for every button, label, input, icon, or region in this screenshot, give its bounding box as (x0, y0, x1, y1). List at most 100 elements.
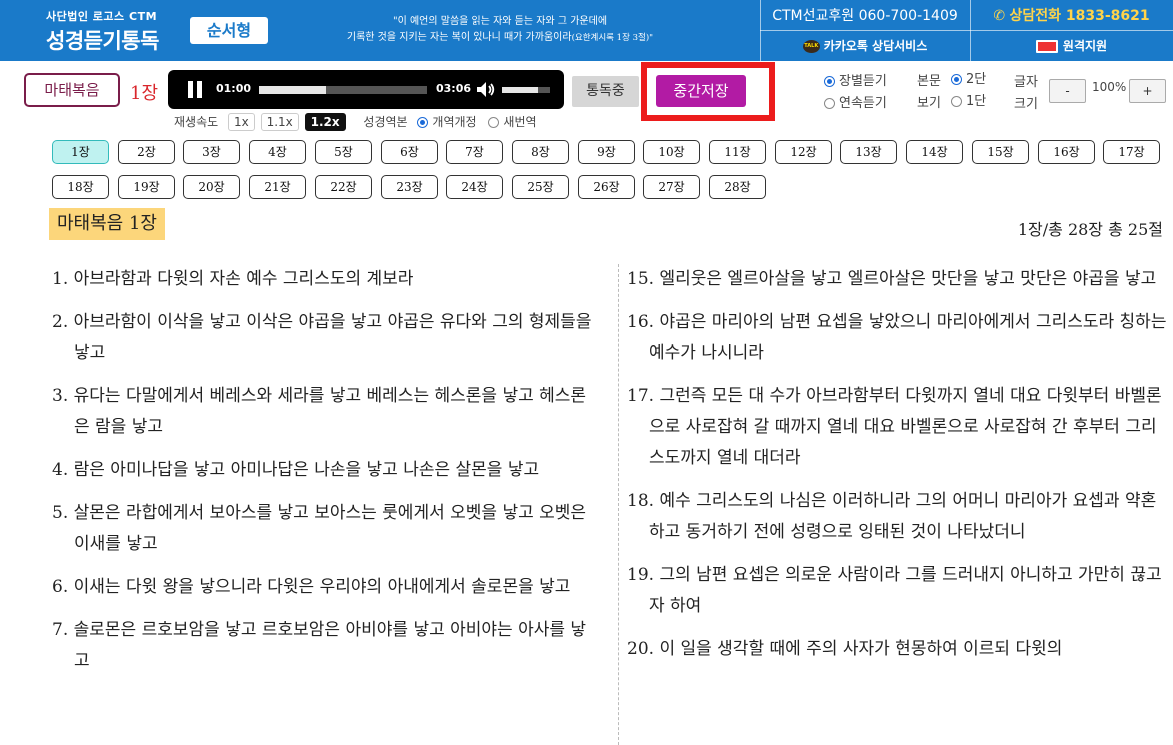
chapter-button[interactable]: 15장 (972, 140, 1029, 164)
font-size-value: 100% (1092, 80, 1127, 94)
speed-label: 재생속도 (174, 115, 219, 129)
chapter-button[interactable]: 23장 (381, 175, 438, 199)
speed-version-row: 재생속도 1x 1.1x 1.2x 성경역본 개역개정 새번역 (174, 113, 537, 131)
view-option-1col[interactable]: 1단 (966, 94, 986, 109)
consult-phone-text: 상담전화 1833-8621 (1009, 8, 1150, 24)
save-progress-button[interactable]: 중간저장 (656, 75, 746, 107)
listen-radio-continuous[interactable] (824, 98, 835, 109)
site-header: 사단법인 로고스 CTM 성경듣기통독 순서형 "이 예언의 말씀을 읽는 자와… (0, 0, 1173, 61)
verse-item: 19. 그의 남편 요셉은 의로운 사람이라 그를 드러내지 아니하고 가만히 … (627, 565, 1162, 616)
chapter-button[interactable]: 13장 (840, 140, 897, 164)
verse-column-left: 1. 아브라함과 다윗의 자손 예수 그리스도의 계보라 2. 아브라함이 이삭을… (52, 264, 592, 689)
chapter-button[interactable]: 9장 (578, 140, 635, 164)
speed-option-1-2x[interactable]: 1.2x (304, 113, 346, 131)
kakao-consult-label: 카카오톡 상담서비스 (823, 39, 928, 53)
verse-item: 1. 아브라함과 다윗의 자손 예수 그리스도의 계보라 (52, 269, 414, 289)
chapter-button[interactable]: 19장 (118, 175, 175, 199)
verse-item: 18. 예수 그리스도의 나심은 이러하니라 그의 어머니 마리아가 요셉과 약… (627, 491, 1157, 542)
content-title: 마태복음 1장 (49, 208, 165, 240)
progress-bar[interactable] (259, 86, 427, 94)
listen-option-chapter[interactable]: 장별듣기 (839, 74, 887, 89)
book-select-button[interactable]: 마태복음 (24, 73, 120, 107)
verse-item: 20. 이 일을 생각할 때에 주의 사자가 현몽하여 이르되 다윗의 (627, 639, 1063, 659)
version-option-revised[interactable]: 개역개정 (432, 115, 476, 129)
kakao-consult-link[interactable]: TALK 카카오톡 상담서비스 (760, 31, 970, 61)
pause-icon[interactable] (187, 81, 203, 98)
verse-line-1: "이 예언의 말씀을 읽는 자와 듣는 자와 그 가운데에 (392, 16, 608, 27)
version-radio-new[interactable] (488, 117, 500, 128)
text-view-label-2: 보기 (917, 96, 941, 111)
verse-item: 3. 유다는 다말에게서 베레스와 세라를 낳고 베레스는 헤스론을 낳고 헤스… (52, 386, 587, 437)
text-view-label: 본문 보기 (917, 71, 941, 115)
listen-radio-chapter[interactable] (824, 76, 835, 87)
remote-support-label: 원격지원 (1062, 39, 1108, 53)
text-view-group: 2단 1단 (951, 69, 986, 113)
chapter-button[interactable]: 11장 (709, 140, 766, 164)
verse-item: 5. 살몬은 라합에게서 보아스를 낳고 보아스는 룻에게서 오벳을 낳고 오벳… (52, 503, 587, 554)
consult-phone[interactable]: ✆ 상담전화 1833-8621 (970, 1, 1173, 31)
chapter-button[interactable]: 7장 (446, 140, 503, 164)
column-divider (618, 264, 619, 745)
verse-column-right: 15. 엘리웃은 엘르아살을 낳고 엘르아살은 맛단을 낳고 맛단은 야곱을 낳… (627, 264, 1167, 677)
chapter-button[interactable]: 24장 (446, 175, 503, 199)
text-view-label-1: 본문 (917, 74, 941, 89)
speed-option-1-1x[interactable]: 1.1x (260, 113, 299, 131)
chapter-button[interactable]: 10장 (643, 140, 700, 164)
org-name: 사단법인 로고스 CTM (46, 10, 158, 23)
reading-status-button[interactable]: 통독중 (572, 76, 639, 107)
view-radio-2col[interactable] (951, 74, 962, 85)
verse-ref: (요한계시록 1장 3절)" (571, 33, 654, 43)
volume-icon[interactable] (476, 81, 496, 98)
verse-item: 16. 야곱은 마리아의 남편 요셉을 낳았으니 마리아에게서 그리스도라 칭하… (627, 312, 1167, 363)
chapter-button[interactable]: 3장 (183, 140, 240, 164)
font-size-label-2: 크기 (1014, 97, 1038, 112)
total-time: 03:06 (436, 82, 472, 95)
font-increase-button[interactable]: + (1129, 79, 1166, 103)
view-option-2col[interactable]: 2단 (966, 72, 986, 87)
verse-line-2-text: 기록한 것을 지키는 자는 복이 있나니 때가 가까움이라 (346, 32, 572, 43)
font-size-label: 글자 크기 (1014, 72, 1038, 116)
font-decrease-button[interactable]: - (1049, 79, 1086, 103)
verse-item: 4. 람은 아미나답을 낳고 아미나답은 나손을 낳고 나손은 살몬을 낳고 (52, 460, 540, 480)
listen-mode-group: 장별듣기 연속듣기 (824, 71, 887, 115)
site-title: 성경듣기통독 (46, 29, 159, 53)
chapter-button[interactable]: 21장 (249, 175, 306, 199)
chapter-button[interactable]: 6장 (381, 140, 438, 164)
sponsor-phone[interactable]: CTM선교후원 060-700-1409 (760, 1, 970, 31)
chapter-button[interactable]: 27장 (643, 175, 700, 199)
volume-slider[interactable] (502, 87, 550, 93)
monitor-icon (1035, 40, 1058, 53)
phone-icon: ✆ (993, 8, 1006, 24)
version-label: 성경역본 (363, 115, 408, 129)
chapter-button[interactable]: 5장 (315, 140, 372, 164)
chapter-button[interactable]: 4장 (249, 140, 306, 164)
order-mode-badge[interactable]: 순서형 (190, 17, 268, 44)
chapter-button[interactable]: 12장 (775, 140, 832, 164)
volume-fill (502, 87, 538, 93)
chapter-verse-count: 1장/총 28장 총 25절 (1017, 220, 1163, 239)
progress-fill (259, 86, 327, 94)
listen-option-continuous[interactable]: 연속듣기 (839, 96, 887, 111)
view-radio-1col[interactable] (951, 96, 962, 107)
chapter-button[interactable]: 2장 (118, 140, 175, 164)
chapter-button[interactable]: 28장 (709, 175, 766, 199)
audio-player: 01:00 03:06 (168, 70, 564, 109)
chapter-button[interactable]: 17장 (1103, 140, 1160, 164)
speed-option-1x[interactable]: 1x (228, 113, 255, 131)
chapter-button[interactable]: 1장 (52, 140, 109, 164)
kakao-talk-icon: TALK (802, 40, 820, 53)
site-logo[interactable]: 사단법인 로고스 CTM 성경듣기통독 (46, 8, 159, 55)
current-time: 01:00 (216, 82, 252, 95)
chapter-button[interactable]: 8장 (512, 140, 569, 164)
version-option-new[interactable]: 새번역 (503, 115, 536, 129)
verse-item: 17. 그런즉 모든 대 수가 아브라함부터 다윗까지 열네 대요 다윗부터 바… (627, 386, 1162, 468)
chapter-button[interactable]: 25장 (512, 175, 569, 199)
chapter-button[interactable]: 20장 (183, 175, 240, 199)
chapter-button[interactable]: 16장 (1038, 140, 1095, 164)
chapter-button[interactable]: 22장 (315, 175, 372, 199)
chapter-button[interactable]: 18장 (52, 175, 109, 199)
version-radio-revised[interactable] (417, 117, 429, 128)
remote-support-link[interactable]: 원격지원 (970, 31, 1173, 61)
chapter-button[interactable]: 26장 (578, 175, 635, 199)
chapter-button[interactable]: 14장 (906, 140, 963, 164)
